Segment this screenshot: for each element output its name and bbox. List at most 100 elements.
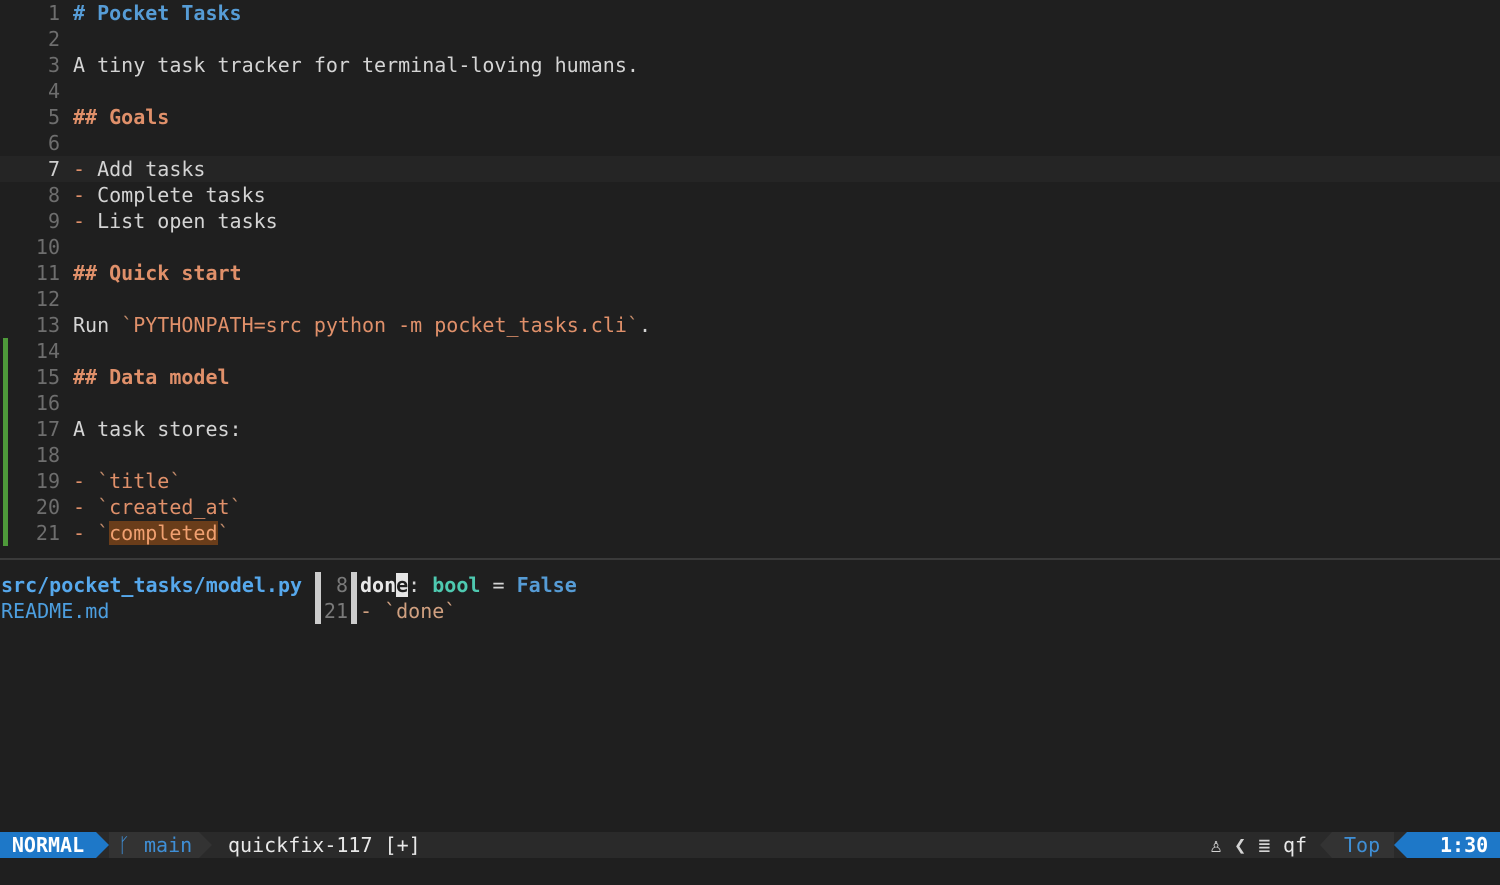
line-number: 3: [47, 53, 60, 77]
line-text: - `title`: [73, 468, 181, 494]
text-segment: PYTHONPATH=src python -m pocket_tasks.cl…: [133, 313, 627, 337]
text-segment: don: [360, 573, 397, 597]
line-text: - Add tasks: [73, 156, 205, 182]
line-number: 19: [35, 469, 60, 493]
neovim-window: 1 # Pocket Tasks 2 3 A tiny task tracker for…: [0, 0, 1500, 885]
text-segment: `: [229, 495, 242, 519]
text-segment: title: [109, 469, 170, 493]
buffer-line[interactable]: 13 Run `PYTHONPATH=src python -m pocket_t…: [0, 312, 1500, 338]
list-lines-icon: ≣: [1258, 833, 1271, 857]
status-icons: ♙ ❮ ≣: [1210, 832, 1270, 858]
buffer-line[interactable]: 19 - `title`: [0, 468, 1500, 494]
buffer-name: quickfix-117 [+]: [228, 833, 421, 857]
text-segment: -: [73, 183, 86, 207]
quickfix-filename[interactable]: README.md: [1, 598, 109, 624]
line-number: 9: [47, 209, 60, 233]
line-number: 8: [47, 183, 60, 207]
text-segment: `: [217, 521, 230, 545]
buffer-line[interactable]: 17 A task stores:: [0, 416, 1500, 442]
text-segment: # Pocket Tasks: [73, 1, 242, 25]
position-separator-arrow: [1320, 832, 1332, 858]
buffer-line[interactable]: 1 # Pocket Tasks: [0, 0, 1500, 26]
editor-buffer[interactable]: 1 # Pocket Tasks 2 3 A tiny task tracker for…: [0, 0, 1500, 546]
buffer-line[interactable]: 2: [0, 26, 1500, 52]
quickfix-separator: [351, 598, 357, 624]
buffer-line[interactable]: 8- Complete tasks: [0, 182, 1500, 208]
cursor-location: 1:30: [1440, 833, 1489, 857]
buffer-line[interactable]: 3 A tiny task tracker for terminal-loving…: [0, 52, 1500, 78]
quickfix-entry[interactable]: src/pocket_tasks/model.py 8 done: bool = F…: [0, 572, 1500, 598]
buffer-line[interactable]: 21- `completed`: [0, 520, 1500, 546]
text-segment: `: [121, 313, 134, 337]
quickfix-list[interactable]: src/pocket_tasks/model.py 8 done: bool = F…: [0, 572, 1500, 832]
text-segment: created_at: [109, 495, 230, 519]
line-text: A task stores:: [73, 416, 242, 442]
quickfix-line-number: 21: [323, 599, 348, 623]
buffer-line[interactable]: 11 ## Quick start: [0, 260, 1500, 286]
text-segment: completed: [109, 521, 218, 545]
quickfix-entry[interactable]: README.md 21 - `done`: [0, 598, 1500, 624]
buffer-line[interactable]: 6: [0, 130, 1500, 156]
mode-indicator: NORMAL: [0, 832, 96, 858]
quickfix-separator: [315, 598, 321, 624]
line-number: 16: [35, 391, 60, 415]
quickfix-separator: [351, 572, 357, 598]
buffer-line[interactable]: 5 ## Goals: [0, 104, 1500, 130]
line-number: 7: [47, 157, 60, 181]
buffer-line[interactable]: 20- `created_at`: [0, 494, 1500, 520]
text-segment: bool: [432, 573, 481, 597]
text-segment: -: [73, 495, 86, 519]
line-number: 21: [35, 521, 60, 545]
mode-separator-arrow: [96, 832, 109, 858]
buffer-line[interactable]: 18: [0, 442, 1500, 468]
line-number: 6: [47, 131, 60, 155]
line-number: 15: [35, 365, 60, 389]
quickfix-text: done: bool = False: [360, 572, 577, 598]
command-line[interactable]: [0, 858, 1500, 885]
text-segment: -: [73, 157, 86, 181]
line-number: 17: [35, 417, 60, 441]
buffer-line[interactable]: 12: [0, 286, 1500, 312]
text-segment: .: [638, 313, 651, 337]
line-number: 11: [35, 261, 60, 285]
quickfix-text: - `done`: [360, 598, 456, 624]
git-branch: main: [144, 833, 193, 857]
text-segment: -: [73, 209, 86, 233]
line-text: - `created_at`: [73, 494, 242, 520]
window-split-separator[interactable]: [0, 558, 1500, 560]
text-segment: A tiny task tracker for terminal-loving …: [73, 53, 639, 77]
text-segment: -: [73, 469, 86, 493]
buffer-line[interactable]: 10: [0, 234, 1500, 260]
git-branch-icon: ᚴ: [118, 833, 130, 857]
line-number: 10: [35, 235, 60, 259]
text-segment: List open tasks: [85, 209, 278, 233]
branch-separator-arrow: [199, 832, 212, 858]
quickfix-filename[interactable]: src/pocket_tasks/model.py: [1, 572, 302, 598]
line-number: 2: [47, 27, 60, 51]
quickfix-separator: [315, 572, 321, 598]
buffer-line[interactable]: 14: [0, 338, 1500, 364]
line-text: ## Quick start: [73, 260, 242, 286]
chevron-left-icon: ❮: [1234, 833, 1247, 857]
text-segment: A task stores:: [73, 417, 242, 441]
text-segment: `: [97, 495, 110, 519]
line-number: 4: [47, 79, 60, 103]
text-segment: `: [97, 521, 110, 545]
buffer-line[interactable]: 7 - Add tasks: [0, 156, 1500, 182]
buffer-line[interactable]: 4: [0, 78, 1500, 104]
line-number: 14: [35, 339, 60, 363]
buffer-line[interactable]: 9- List open tasks: [0, 208, 1500, 234]
buffer-line[interactable]: 16: [0, 390, 1500, 416]
line-text: - List open tasks: [73, 208, 278, 234]
statusline: NORMAL ᚴ main quickfix-117 [+] ♙ ❮ ≣ qf …: [0, 832, 1500, 858]
linux-penguin-icon: ♙: [1210, 833, 1223, 857]
line-text: ## Goals: [73, 104, 169, 130]
line-number: 18: [35, 443, 60, 467]
text-segment: [85, 469, 97, 493]
text-segment: ## Goals: [73, 105, 170, 129]
text-segment: `: [169, 469, 182, 493]
line-number: 20: [35, 495, 60, 519]
filetype: qf: [1283, 833, 1308, 857]
text-segment: =: [480, 573, 517, 597]
buffer-line[interactable]: 15 ## Data model: [0, 364, 1500, 390]
